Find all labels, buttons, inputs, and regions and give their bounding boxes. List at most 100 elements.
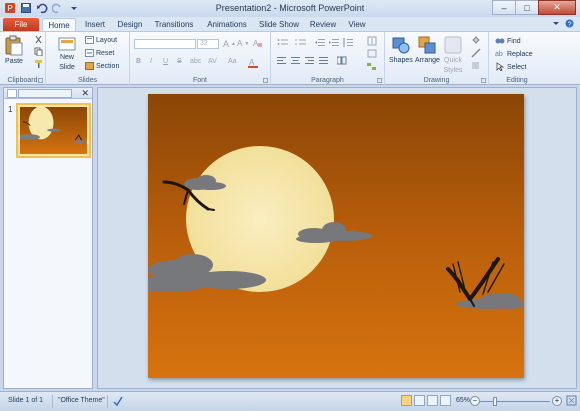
numbering-icon[interactable] [295,38,307,47]
drawing-launcher-icon[interactable] [481,78,486,83]
arrange-button[interactable]: Arrange [415,35,440,65]
slide-canvas[interactable] [148,94,524,378]
reading-view-icon[interactable] [427,395,438,406]
change-case-icon[interactable]: Aa [228,58,237,65]
layout-icon [85,36,94,44]
title-bar: P Presentation2 - Microsoft PowerPoint –… [0,0,580,17]
editing-group: Find ab Replace Select Editing [489,32,545,85]
paste-button[interactable]: Paste [4,34,24,66]
shrink-font-icon[interactable]: A ▼ [237,39,249,48]
italic-icon[interactable]: I [150,58,152,65]
line-spacing-icon[interactable] [343,38,353,47]
quick-styles-button[interactable]: Quick Styles [443,35,463,75]
theme-name-status[interactable]: "Office Theme" [58,397,105,404]
slides-pane: ✕ 1 [3,87,93,389]
text-shadow-icon[interactable]: abc [190,58,201,65]
smartart-icon[interactable] [367,62,377,71]
find-button[interactable]: Find [495,36,521,47]
copy-icon[interactable] [34,47,43,56]
slide-sorter-icon[interactable] [414,395,425,406]
paste-label: Paste [5,58,23,65]
tab-file[interactable]: File [3,18,39,31]
reset-button[interactable]: Reset [85,49,114,57]
pane-tabs: ✕ [4,88,92,99]
fit-to-window-icon[interactable] [566,395,577,408]
tab-insert[interactable]: Insert [80,18,110,31]
decrease-indent-icon[interactable] [315,38,325,47]
paragraph-launcher-icon[interactable] [377,78,382,83]
slide-thumbnail[interactable] [16,103,91,158]
minimize-button[interactable]: – [492,0,516,15]
shape-effects-icon[interactable] [471,61,481,71]
select-button[interactable]: Select [495,62,526,73]
align-text-icon[interactable] [367,49,377,58]
align-center-icon[interactable] [291,56,301,65]
normal-view-icon[interactable] [401,395,412,406]
strikethrough-icon[interactable]: S [177,58,182,65]
thumbnail-image [17,106,87,154]
zoom-level[interactable]: 65% [456,397,470,404]
status-divider [52,395,53,408]
bullets-icon[interactable] [277,38,289,47]
quick-styles-icon [444,36,462,54]
shape-outline-icon[interactable] [471,48,481,58]
slides-group-label: Slides [77,77,98,84]
justify-icon[interactable] [319,56,329,65]
clipboard-launcher-icon[interactable] [38,78,43,83]
replace-button[interactable]: ab Replace [495,49,533,60]
paragraph-group: Paragraph [271,32,385,85]
help-icon[interactable]: ? [565,19,574,30]
new-slide-button[interactable]: New Slide [58,36,76,72]
tab-view[interactable]: View [344,18,370,31]
character-spacing-icon[interactable]: AV [208,58,217,65]
section-icon [85,62,94,70]
columns-icon[interactable] [337,56,347,65]
tab-animations[interactable]: Animations [203,18,251,31]
shapes-button[interactable]: Shapes [389,35,413,65]
new-slide-label-1: New [59,54,74,61]
zoom-slider-handle[interactable] [493,397,497,406]
tab-design[interactable]: Design [114,18,146,31]
text-direction-icon[interactable] [367,36,377,46]
pane-close-icon[interactable]: ✕ [81,88,89,99]
font-group-label: Font [192,77,207,84]
cut-icon[interactable] [34,35,43,44]
svg-text:A: A [249,58,255,67]
clear-formatting-icon[interactable]: A [253,38,263,48]
window-controls: – □ ✕ [492,0,576,15]
align-right-icon[interactable] [305,56,315,65]
slides-tab[interactable] [7,89,17,98]
spell-check-icon[interactable] [112,395,124,409]
layout-button[interactable]: Layout [85,36,117,44]
paste-icon [5,35,23,56]
font-launcher-icon[interactable] [263,78,268,83]
maximize-button[interactable]: □ [515,0,539,15]
select-icon [495,62,505,73]
shape-fill-icon[interactable] [471,35,481,45]
outline-tab[interactable] [18,89,72,98]
align-left-icon[interactable] [277,56,287,65]
ribbon: Paste Clipboard New Slide Layout Reset S… [0,31,580,85]
slide-show-icon[interactable] [440,395,451,406]
tab-home[interactable]: Home [42,18,76,31]
zoom-out-icon[interactable]: − [470,396,480,406]
format-painter-icon[interactable] [34,59,43,68]
tab-slide-show[interactable]: Slide Show [256,18,302,31]
bold-icon[interactable]: B [136,58,141,65]
drawing-group-label: Drawing [423,77,450,84]
underline-icon[interactable]: U [163,58,168,65]
grow-font-icon[interactable]: A ▲ [223,39,236,49]
font-name-combo[interactable] [134,39,196,49]
increase-indent-icon[interactable] [329,38,339,47]
zoom-in-icon[interactable]: + [552,396,562,406]
tab-review[interactable]: Review [307,18,339,31]
section-button[interactable]: Section [85,62,119,70]
find-icon [495,36,505,47]
font-color-icon[interactable]: A [248,57,260,68]
close-button[interactable]: ✕ [538,0,576,15]
zoom-slider-track[interactable] [480,401,550,402]
font-size-combo[interactable]: 32 [197,39,219,49]
status-bar: Slide 1 of 1 "Office Theme" 65% − + [0,391,580,411]
minimize-ribbon-icon[interactable] [552,19,560,30]
tab-transitions[interactable]: Transitions [151,18,197,31]
